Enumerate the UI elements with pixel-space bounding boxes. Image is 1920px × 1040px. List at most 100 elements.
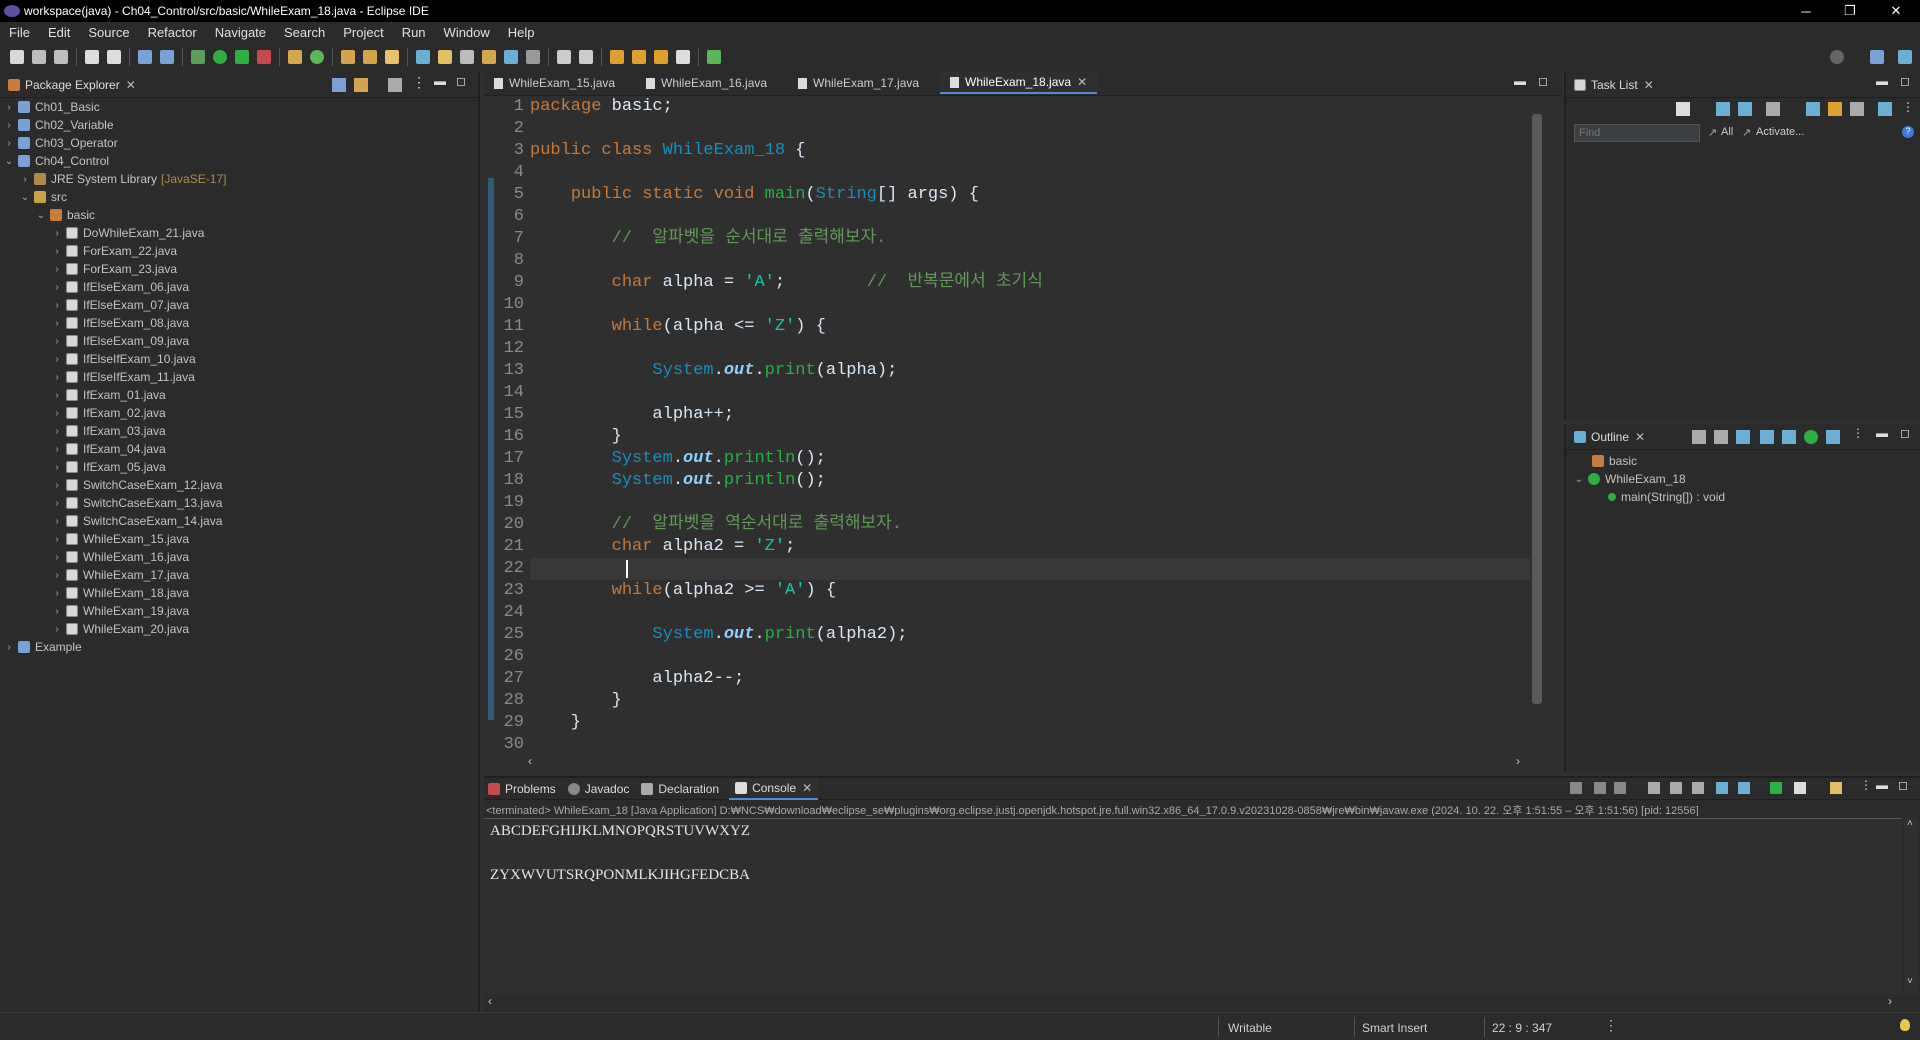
show-stderr-icon[interactable] — [1738, 782, 1750, 794]
tree-item[interactable]: › IfExam_04.java — [4, 440, 474, 458]
chevron-right-icon[interactable]: › — [20, 174, 30, 185]
hide-local-types-icon[interactable] — [1804, 430, 1818, 444]
chevron-right-icon[interactable]: › — [52, 498, 62, 509]
tree-item[interactable]: › WhileExam_16.java — [4, 548, 474, 566]
tree-item[interactable]: › WhileExam_19.java — [4, 602, 474, 620]
word-wrap-console-icon[interactable] — [1692, 782, 1704, 794]
chevron-right-icon[interactable]: › — [4, 102, 14, 113]
search-icon[interactable] — [1830, 50, 1844, 64]
tree-item[interactable]: › Ch01_Basic — [4, 98, 474, 116]
clear-console-icon[interactable] — [1648, 782, 1660, 794]
close-window-button[interactable]: ✕ — [1874, 0, 1918, 22]
undo-icon[interactable] — [85, 50, 99, 64]
display-console-icon[interactable] — [1794, 782, 1806, 794]
status-cursor-position[interactable]: 22 : 9 : 347 — [1492, 1021, 1552, 1035]
open-perspective-icon[interactable] — [1870, 50, 1884, 64]
terminate-icon[interactable] — [1570, 782, 1582, 794]
scroll-left-icon[interactable]: ‹ — [488, 994, 492, 1008]
save-all-icon[interactable] — [54, 50, 68, 64]
chevron-right-icon[interactable]: › — [52, 462, 62, 473]
block-selection-icon[interactable] — [460, 50, 474, 64]
chevron-right-icon[interactable]: › — [52, 282, 62, 293]
outline-item-class[interactable]: ⌄ WhileExam_18 — [1574, 470, 1686, 488]
open-task-icon[interactable] — [363, 50, 377, 64]
pin-console-icon[interactable] — [1770, 782, 1782, 794]
tab-whileexam-16[interactable]: WhileExam_16.java — [636, 72, 777, 94]
maximize-view-icon[interactable]: ◻ — [1900, 74, 1910, 88]
tree-item[interactable]: › WhileExam_18.java — [4, 584, 474, 602]
tab-whileexam-17[interactable]: WhileExam_17.java — [788, 72, 929, 94]
tree-item[interactable]: › IfElseExam_09.java — [4, 332, 474, 350]
chevron-down-icon[interactable]: ⌄ — [36, 210, 46, 221]
tree-item[interactable]: › Ch02_Variable — [4, 116, 474, 134]
close-icon[interactable]: ✕ — [126, 78, 136, 92]
help-icon[interactable]: ? — [1902, 126, 1914, 138]
tree-item[interactable]: › WhileExam_17.java — [4, 566, 474, 584]
chevron-down-icon[interactable]: ⌄ — [4, 156, 14, 167]
chevron-down-icon[interactable]: ⌄ — [20, 192, 30, 203]
pin-editor-icon[interactable] — [707, 50, 721, 64]
tree-item[interactable]: › WhileExam_20.java — [4, 620, 474, 638]
redo-icon[interactable] — [107, 50, 121, 64]
tree-item[interactable]: › IfElseExam_07.java — [4, 296, 474, 314]
task-list-title[interactable]: Task List — [1591, 78, 1638, 92]
minimize-editor-icon[interactable]: ▬ — [1514, 74, 1526, 88]
chevron-down-icon[interactable]: ⌄ — [1574, 474, 1584, 485]
chevron-right-icon[interactable]: › — [52, 336, 62, 347]
tree-item[interactable]: › IfElseIfExam_10.java — [4, 350, 474, 368]
minimize-view-icon[interactable]: ▬ — [434, 74, 446, 88]
view-menu-icon[interactable]: ⋮ — [1852, 426, 1864, 440]
status-menu-icon[interactable]: ⋮ — [1604, 1017, 1618, 1034]
highlighter-icon[interactable] — [438, 50, 452, 64]
all-link[interactable]: All — [1721, 126, 1733, 138]
scroll-right-icon[interactable]: › — [1516, 754, 1520, 768]
chevron-right-icon[interactable]: › — [52, 300, 62, 311]
chevron-right-icon[interactable]: › — [52, 318, 62, 329]
save-icon[interactable] — [32, 50, 46, 64]
chevron-right-icon[interactable]: › — [52, 534, 62, 545]
pilcrow-icon[interactable] — [526, 50, 540, 64]
hide-nonpublic-icon[interactable] — [1782, 430, 1796, 444]
chevron-right-icon[interactable]: › — [52, 354, 62, 365]
code-editor[interactable]: 1 package basic; 2 3 public class WhileExam_… — [494, 96, 1540, 756]
minimize-view-icon[interactable]: ▬ — [1876, 74, 1888, 88]
chevron-right-icon[interactable]: › — [52, 372, 62, 383]
maximize-view-icon[interactable]: ◻ — [1898, 778, 1908, 792]
collapse-all-icon[interactable] — [332, 78, 346, 92]
scroll-right-icon[interactable]: › — [1888, 994, 1892, 1008]
chevron-right-icon[interactable]: › — [52, 390, 62, 401]
minimize-button[interactable]: ─ — [1784, 0, 1828, 22]
new-java-project-icon[interactable] — [288, 50, 302, 64]
new-task-icon[interactable] — [1676, 102, 1690, 116]
chevron-right-icon[interactable]: › — [52, 228, 62, 239]
tree-item[interactable]: › SwitchCaseExam_14.java — [4, 512, 474, 530]
forward-edit-icon[interactable] — [632, 50, 646, 64]
chevron-right-icon[interactable]: › — [52, 588, 62, 599]
filter-icon[interactable] — [388, 78, 402, 92]
tree-item[interactable]: › IfExam_05.java — [4, 458, 474, 476]
lightbulb-icon[interactable] — [1900, 1019, 1910, 1031]
tree-item[interactable]: › SwitchCaseExam_12.java — [4, 476, 474, 494]
console-horizontal-scrollbar[interactable]: ‹ › — [484, 994, 1902, 1010]
menu-help[interactable]: Help — [499, 25, 544, 40]
prev-annotation-icon[interactable] — [579, 50, 593, 64]
tree-item[interactable]: › DoWhileExam_21.java — [4, 224, 474, 242]
editor-vertical-scrollbar[interactable] — [1530, 100, 1544, 748]
tree-item[interactable]: ⌄ Ch04_Control — [4, 152, 474, 170]
tab-console[interactable]: Console ✕ — [729, 777, 819, 800]
tab-declaration[interactable]: Declaration — [658, 782, 719, 796]
close-icon[interactable]: ✕ — [1635, 430, 1645, 444]
maximize-view-icon[interactable]: ◻ — [1900, 426, 1910, 440]
tree-item[interactable]: › IfElseIfExam_11.java — [4, 368, 474, 386]
tree-item[interactable]: › Example — [4, 638, 474, 656]
tree-item[interactable]: › ForExam_23.java — [4, 260, 474, 278]
close-icon[interactable]: ✕ — [802, 781, 812, 795]
remove-all-icon[interactable] — [1614, 782, 1626, 794]
search-toolbar-icon[interactable] — [385, 50, 399, 64]
collapse-tasks-icon[interactable] — [1806, 102, 1820, 116]
tree-item[interactable]: › ForExam_22.java — [4, 242, 474, 260]
chevron-right-icon[interactable]: › — [52, 444, 62, 455]
tab-whileexam-15[interactable]: WhileExam_15.java — [484, 72, 625, 94]
open-console-icon[interactable] — [1830, 782, 1842, 794]
menu-search[interactable]: Search — [275, 25, 334, 40]
